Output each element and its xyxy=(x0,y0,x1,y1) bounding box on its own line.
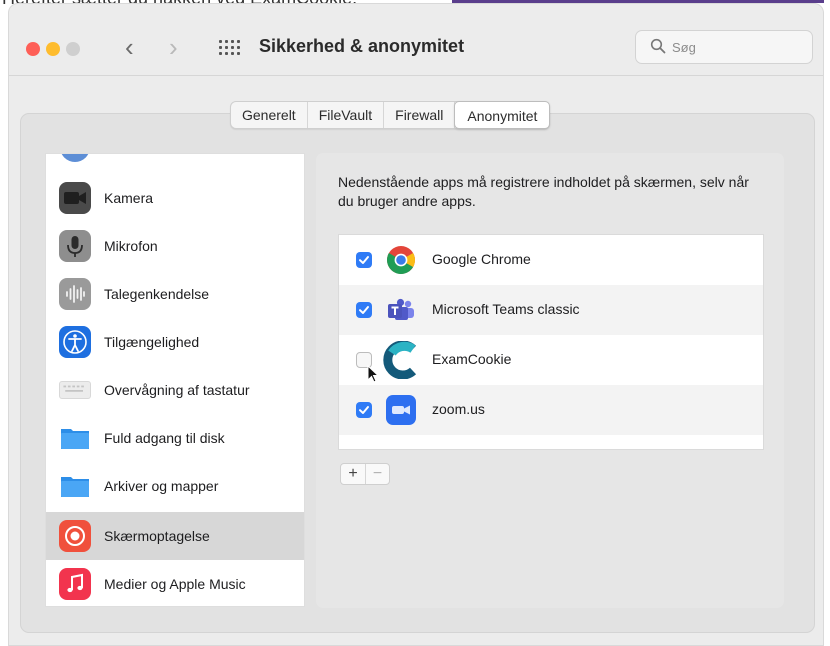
close-window-button[interactable] xyxy=(26,42,40,56)
app-name: ExamCookie xyxy=(432,351,512,367)
sidebar-item-tastatur[interactable]: Overvågning af tastatur xyxy=(46,366,304,414)
chrome-icon xyxy=(385,244,417,276)
app-row-chrome[interactable]: Google Chrome xyxy=(339,235,763,285)
sidebar-item-label: Skærmoptagelse xyxy=(104,528,210,544)
speech-recognition-icon xyxy=(59,278,91,310)
checkbox-chrome[interactable] xyxy=(356,252,372,268)
sidebar-item-label: Medier og Apple Music xyxy=(104,576,246,592)
screen-recording-icon xyxy=(59,520,91,552)
mouse-cursor-icon xyxy=(367,365,379,383)
forward-arrow-icon[interactable]: › xyxy=(169,32,178,62)
app-name: Google Chrome xyxy=(432,251,531,267)
app-row-teams[interactable]: Microsoft Teams classic xyxy=(339,285,763,335)
tab-bar: Generelt FileVault Firewall Anonymitet xyxy=(230,101,551,129)
zoom-icon xyxy=(385,394,417,426)
app-name: Microsoft Teams classic xyxy=(432,301,580,317)
app-list[interactable]: Google Chrome Microsoft Teams classic Ex… xyxy=(338,234,764,450)
microphone-icon xyxy=(59,230,91,262)
search-field[interactable]: Søg xyxy=(635,30,813,64)
app-row-zoom[interactable]: zoom.us xyxy=(339,385,763,435)
screen-recording-panel: Nedenstående apps må registrere indholde… xyxy=(316,153,784,608)
music-icon xyxy=(59,568,91,600)
app-name: zoom.us xyxy=(432,401,485,417)
tab-filevault[interactable]: FileVault xyxy=(308,102,385,128)
keyboard-icon xyxy=(59,381,91,399)
sidebar-item-label: Fuld adgang til disk xyxy=(104,430,225,446)
sidebar-item-label: Mikrofon xyxy=(104,238,158,254)
sidebar-item-label: Arkiver og mapper xyxy=(104,478,219,494)
sidebar-item-skaermoptagelse[interactable]: Skærmoptagelse xyxy=(46,512,304,560)
folder-icon xyxy=(59,422,91,454)
search-placeholder: Søg xyxy=(672,40,696,55)
examcookie-icon xyxy=(383,340,419,380)
zoom-window-button[interactable] xyxy=(66,42,80,56)
checkbox-teams[interactable] xyxy=(356,302,372,318)
accessibility-icon xyxy=(59,326,91,358)
sidebar-item-fuld-adgang[interactable]: Fuld adgang til disk xyxy=(46,414,304,462)
add-app-button[interactable]: + xyxy=(341,464,365,484)
show-all-grid-icon[interactable] xyxy=(219,39,240,55)
back-arrow-icon[interactable]: ‹ xyxy=(125,32,134,62)
window-title: Sikkerhed & anonymitet xyxy=(259,36,465,56)
checkbox-zoom[interactable] xyxy=(356,402,372,418)
minimize-window-button[interactable] xyxy=(46,42,60,56)
sidebar-item-label: Tilgængelighed xyxy=(104,334,200,350)
privacy-sidebar[interactable]: Kamera Mikrofon Talegenkendelse Tilgænge… xyxy=(45,153,305,607)
sidebar-item-label: Overvågning af tastatur xyxy=(104,382,250,398)
sidebar-item-medier[interactable]: Medier og Apple Music xyxy=(46,560,304,606)
tab-firewall[interactable]: Firewall xyxy=(384,102,456,128)
tab-anonymitet[interactable]: Anonymitet xyxy=(454,101,551,129)
sidebar-item-mikrofon[interactable]: Mikrofon xyxy=(46,222,304,270)
sidebar-item-talegenkendelse[interactable]: Talegenkendelse xyxy=(46,270,304,318)
remove-app-button[interactable]: − xyxy=(365,464,389,484)
sidebar-item-kamera[interactable]: Kamera xyxy=(46,174,304,222)
sidebar-item-arkiver[interactable]: Arkiver og mapper xyxy=(46,462,304,510)
sidebar-item-tilgaengelighed[interactable]: Tilgængelighed xyxy=(46,318,304,366)
panel-description: Nedenstående apps må registrere indholde… xyxy=(338,174,749,209)
app-row-examcookie[interactable]: ExamCookie xyxy=(339,335,763,385)
teams-icon xyxy=(385,294,417,326)
sidebar-item-label: Kamera xyxy=(104,190,154,206)
add-remove-control: + − xyxy=(340,463,390,485)
search-icon xyxy=(650,38,666,54)
location-icon xyxy=(60,154,90,162)
titlebar: ‹ › Sikkerhed & anonymitet Søg xyxy=(9,4,823,76)
camera-icon xyxy=(59,182,91,214)
tab-generelt[interactable]: Generelt xyxy=(231,102,308,128)
sidebar-item-label: Talegenkendelse xyxy=(104,286,210,302)
folder-icon xyxy=(59,470,91,502)
